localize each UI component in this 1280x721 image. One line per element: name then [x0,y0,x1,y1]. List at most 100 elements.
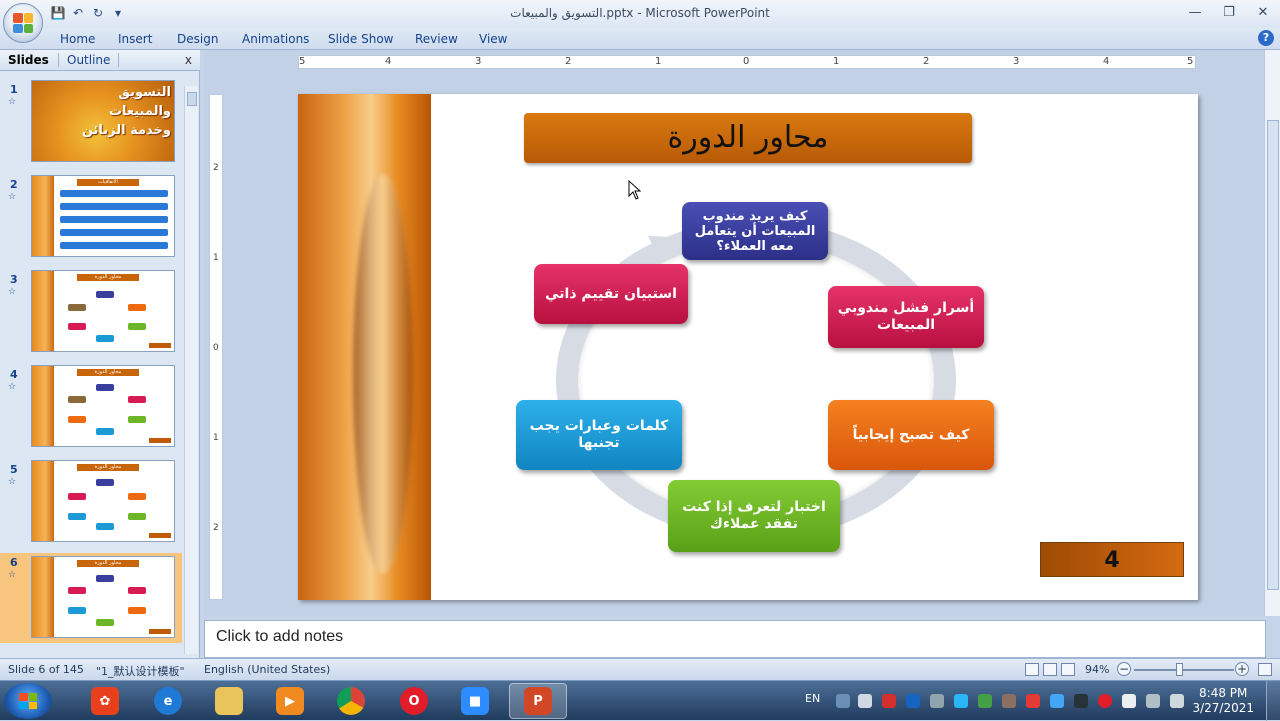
slide-number-box[interactable]: 4 [1040,542,1184,577]
cycle-node-5[interactable]: كلمات وعبارات يجب تجنبها [516,400,682,470]
pane-scrollbar-thumb[interactable] [187,92,197,106]
window-title: التسويق والمبيعات.pptx - Microsoft Power… [510,6,770,20]
horizontal-ruler: 5 4 3 2 1 0 1 2 3 4 5 [298,55,1196,69]
taskbar-paint-app[interactable]: ✿ [76,683,134,719]
notes-placeholder: Click to add notes [216,628,344,645]
ruler-label: 0 [213,343,219,353]
thumb-number: 3 [10,273,18,286]
minimize-button[interactable]: — [1178,0,1212,24]
cycle-node-2[interactable]: أسرار فشل مندوبي المبيعات [828,286,984,348]
maximize-button[interactable]: ❐ [1212,0,1246,24]
start-button[interactable] [4,683,52,719]
status-bar: Slide 6 of 145 "1_默认设计模板" English (Unite… [0,658,1280,680]
zoom-slider[interactable] [1134,669,1234,671]
notes-pane[interactable]: Click to add notes [204,620,1266,658]
tab-review[interactable]: Review [415,32,458,46]
ruler-label: 5 [299,56,306,67]
zoom-slider-knob[interactable] [1176,663,1183,676]
pane-scrollbar[interactable] [184,86,198,654]
ruler-label: 1 [213,433,219,443]
thumb-image: محاور الدورة [31,556,175,638]
ruler-label: 2 [923,56,930,67]
slide-thumb-2[interactable]: 2 ☆ الاتفاقيات [0,175,190,265]
language-indicator[interactable]: English (United States) [204,663,330,676]
slide-thumb-5[interactable]: 5 ☆ محاور الدورة [0,460,190,550]
vertical-scrollbar-thumb[interactable] [1267,120,1279,590]
slide-title[interactable]: محاور الدورة [524,113,972,163]
thumb-caption: محاور الدورة [77,274,139,281]
taskbar-chrome[interactable] [322,683,380,719]
powerpoint-icon: P [524,687,552,715]
cycle-node-6[interactable]: استبيان تقييم ذاتي [534,264,688,324]
tab-insert[interactable]: Insert [118,32,152,46]
zoom-in-icon[interactable]: + [1235,662,1249,676]
tray-app-icon[interactable] [954,694,968,708]
tray-app-icon[interactable] [1026,694,1040,708]
help-icon[interactable]: ? [1258,30,1274,46]
tray-app-icon[interactable] [978,694,992,708]
cycle-node-3[interactable]: كيف تصبح إيجابياً [828,400,994,470]
slide-counter: Slide 6 of 145 [8,663,84,676]
tray-app-icon[interactable] [1122,694,1136,708]
cycle-node-4[interactable]: اختبار لتعرف إذا كنت تفقد عملاءك [668,480,840,552]
slide-thumb-1[interactable]: 1 ☆ التسويق والمبيعات وخدمة الزبائن [0,80,190,170]
paint-app-icon: ✿ [91,687,119,715]
tray-app-icon[interactable] [906,694,920,708]
theme-name: "1_默认设计模板" [96,665,185,678]
tray-network-icon[interactable] [836,694,850,708]
slide-sorter-view-icon[interactable] [1043,663,1057,676]
tab-animations[interactable]: Animations [242,32,309,46]
cycle-node-1[interactable]: كيف يريد مندوب المبيعات أن يتعامل معه ال… [682,202,828,260]
volume-icon[interactable] [1170,694,1184,708]
tab-slides[interactable]: Slides [8,53,49,67]
zoom-out-icon[interactable]: − [1117,662,1131,676]
slide-canvas[interactable]: محاور الدورة كيف يريد مندوب المبيعات أن … [298,94,1198,600]
tray-app-icon[interactable] [930,694,944,708]
signal-icon[interactable] [1146,694,1160,708]
taskbar-zoom[interactable]: ■ [446,683,504,719]
tray-opera-icon[interactable] [1098,694,1112,708]
ruler-label: 2 [213,163,219,173]
slide-thumb-4[interactable]: 4 ☆ محاور الدورة [0,365,190,455]
tab-slide-show[interactable]: Slide Show [328,32,393,46]
thumb-caption: محاور الدورة [77,560,139,567]
ruler-label: 4 [385,56,392,67]
tab-home[interactable]: Home [60,32,95,46]
tab-outline[interactable]: Outline [58,53,120,67]
tray-app-icon[interactable] [1002,694,1016,708]
thumb-image: محاور الدورة [31,270,175,352]
ruler-label: 2 [565,56,572,67]
taskbar-opera[interactable]: O [385,683,443,719]
tab-view[interactable]: View [479,32,507,46]
fit-slide-icon[interactable] [1258,663,1272,676]
taskbar-file-explorer[interactable] [200,683,258,719]
tray-app-icon[interactable] [882,694,896,708]
office-button[interactable] [3,3,43,43]
input-language[interactable]: EN [805,692,820,705]
slide-thumb-3[interactable]: 3 ☆ محاور الدورة [0,270,190,360]
tray-app-icon[interactable] [858,694,872,708]
tray-app-icon[interactable] [1074,694,1088,708]
thumb-number: 6 [10,556,18,569]
close-button[interactable]: ✕ [1246,0,1280,24]
windows-taskbar: ✿ e ▶ O ■ P EN 8:48 PM 3/27/2021 [0,680,1280,721]
thumb-image: محاور الدورة [31,460,175,542]
taskbar-powerpoint[interactable]: P [509,683,567,719]
ruler-label: 4 [1103,56,1110,67]
ruler-label: 2 [213,523,219,533]
taskbar-media-player[interactable]: ▶ [261,683,319,719]
slide-thumb-6-selected[interactable]: 6 ☆ محاور الدورة [0,553,182,643]
normal-view-icon[interactable] [1025,663,1039,676]
tab-design[interactable]: Design [177,32,218,46]
ruler-label: 5 [1187,56,1194,67]
tray-app-icon[interactable] [1050,694,1064,708]
pane-close-icon[interactable]: x [185,53,192,67]
show-desktop-button[interactable] [1266,681,1280,721]
ribbon-tabs: Home Insert Design Animations Slide Show… [0,28,1280,50]
slide-show-view-icon[interactable] [1061,663,1075,676]
clock[interactable]: 8:48 PM 3/27/2021 [1192,686,1254,716]
vertical-scrollbar[interactable] [1264,50,1280,616]
folder-icon [215,687,243,715]
taskbar-internet-explorer[interactable]: e [139,683,197,719]
zoom-level[interactable]: 94% [1085,663,1109,676]
